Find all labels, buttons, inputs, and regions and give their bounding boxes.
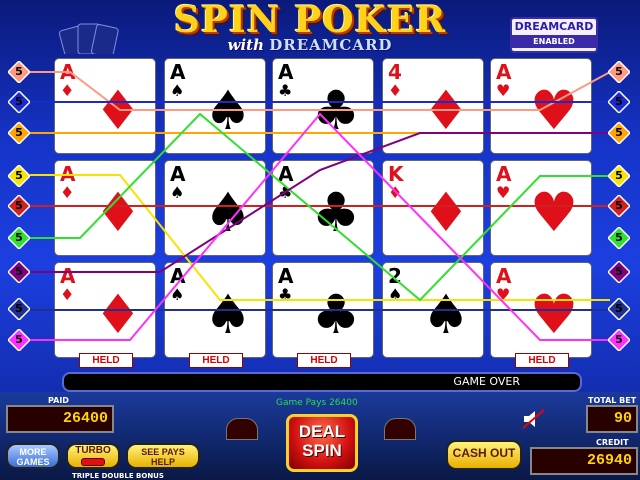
payline-1 (30, 71, 611, 111)
payline-7 (30, 132, 610, 273)
bet-marker-left-1: 5 (6, 59, 32, 85)
mute-icon[interactable] (522, 408, 546, 430)
deco-slot-left (226, 418, 258, 440)
bet-marker-left-5: 5 (6, 193, 32, 219)
held-indicator: HELD (297, 353, 351, 368)
bet-marker-right-9: 5 (606, 327, 632, 353)
bet-marker-left-7: 5 (6, 259, 32, 285)
payline-9 (30, 112, 610, 341)
credit-value: 26940 (530, 447, 638, 475)
bet-marker-right-8: 5 (606, 296, 632, 322)
turbo-indicator (81, 458, 105, 466)
credit-label: CREDIT (596, 438, 629, 447)
bet-marker-right-1: 5 (606, 59, 632, 85)
bet-marker-left-6: 5 (6, 225, 32, 251)
bet-marker-left-2: 5 (6, 89, 32, 115)
paid-label: PAID (48, 396, 69, 405)
deco-slot-right (384, 418, 416, 440)
bet-marker-left-3: 5 (6, 120, 32, 146)
held-indicator: HELD (79, 353, 133, 368)
deal-spin-button[interactable]: DEAL SPIN (286, 414, 358, 472)
status-bar: GAME OVER (62, 372, 582, 392)
bet-marker-right-7: 5 (606, 259, 632, 285)
bet-marker-right-4: 5 (606, 163, 632, 189)
more-games-button[interactable]: MORE GAMES (6, 443, 60, 469)
turbo-button[interactable]: TURBO (66, 443, 120, 469)
bet-marker-right-3: 5 (606, 120, 632, 146)
held-indicator: HELD (189, 353, 243, 368)
see-pays-button[interactable]: SEE PAYS HELP (126, 443, 200, 469)
bet-marker-left-8: 5 (6, 296, 32, 322)
held-indicator: HELD (515, 353, 569, 368)
status-text: GAME OVER (453, 375, 520, 388)
bet-marker-right-5: 5 (606, 193, 632, 219)
bet-marker-right-2: 5 (606, 89, 632, 115)
bet-marker-left-9: 5 (6, 327, 32, 353)
total-bet-value: 90 (586, 405, 638, 433)
total-bet-label: TOTAL BET (588, 396, 637, 405)
bet-marker-right-6: 5 (606, 225, 632, 251)
game-name: TRIPLE DOUBLE BONUS (72, 472, 164, 480)
paid-value: 26400 (6, 405, 114, 433)
game-pays-text: Game Pays 26400 (276, 398, 358, 408)
cash-out-button[interactable]: CASH OUT (446, 440, 522, 470)
bet-marker-left-4: 5 (6, 163, 32, 189)
